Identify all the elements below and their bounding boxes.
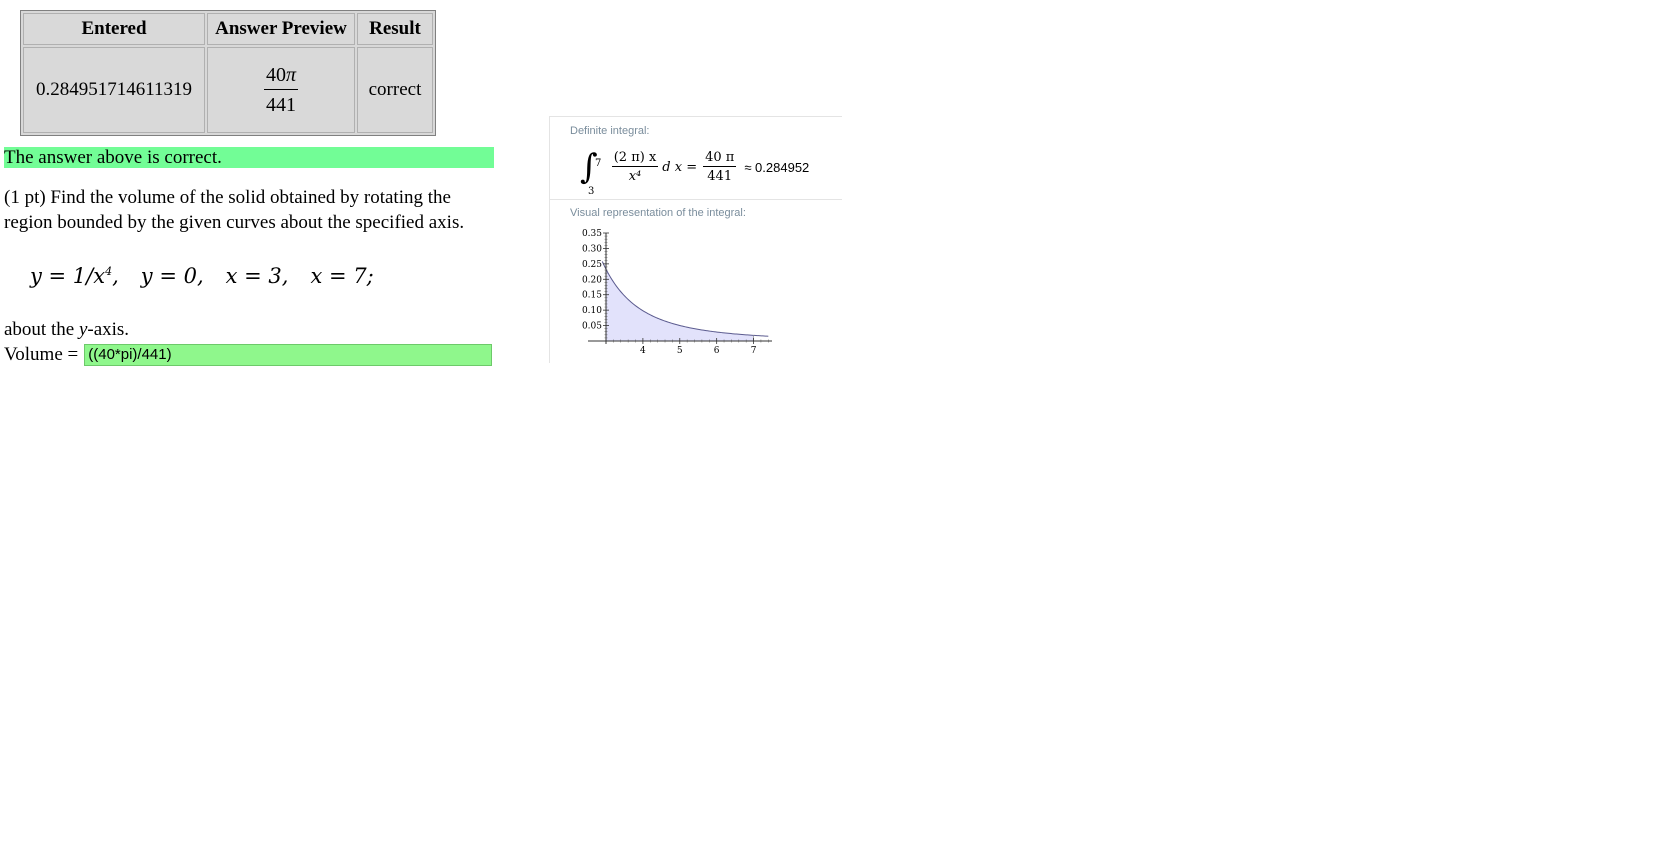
integrand-denominator: x⁴ xyxy=(628,169,642,184)
y-tick-label: 0.35 xyxy=(582,229,602,239)
equation-exponent: 4 xyxy=(105,265,113,278)
y-tick-label: 0.05 xyxy=(582,322,602,332)
y-tick-label: 0.30 xyxy=(582,244,602,254)
y-tick-label: 0.10 xyxy=(582,306,602,316)
problem-statement: (1 pt) Find the volume of the solid obta… xyxy=(4,187,465,233)
entered-value: 0.284951714611319 xyxy=(23,47,205,133)
equation-curve-1-text: y = 1/x xyxy=(30,264,106,288)
lower-limit: 3 xyxy=(588,186,595,197)
result-numerator: 40 π xyxy=(703,150,737,167)
integrand-numerator: (2 π) x xyxy=(611,150,659,167)
y-tick-label: 0.20 xyxy=(582,275,602,285)
y-tick-label: 0.25 xyxy=(582,260,602,270)
results-table: Entered Answer Preview Result 0.28495171… xyxy=(20,10,436,136)
visual-representation-title: Visual representation of the integral: xyxy=(570,207,746,219)
integral-area-chart: 4 5 6 7 0.05 0.10 0.15 0.20 0.25 0.30 0.35 xyxy=(582,229,772,356)
result-value: correct xyxy=(357,47,433,133)
equation-curve-3: x = 3, xyxy=(225,264,289,288)
x-tick-label: 7 xyxy=(751,346,757,356)
differential: d x = xyxy=(662,159,698,175)
preview-denominator: 441 xyxy=(266,93,296,116)
header-result: Result xyxy=(357,13,433,45)
result-fraction: 40 π 441 xyxy=(703,150,737,184)
about-suffix: -axis. xyxy=(87,319,130,340)
answer-preview: 40π 441 xyxy=(207,47,355,133)
volume-answer-input[interactable]: ((40*pi)/441) xyxy=(84,344,493,366)
panel-divider xyxy=(550,199,842,200)
table-row: 0.284951714611319 40π 441 correct xyxy=(23,47,433,133)
integrand-fraction: (2 π) x x⁴ xyxy=(611,150,659,184)
integral-formula: ∫ 7 3 (2 π) x x⁴ d x = 40 π 441 ≈ 0.284952 xyxy=(580,147,810,197)
equation-curve-1: y = 1/x4, xyxy=(30,264,119,288)
volume-label: Volume = xyxy=(4,344,79,365)
about-prefix: about the xyxy=(4,319,79,340)
equation-curve-4: x = 7; xyxy=(310,264,374,288)
x-tick-label: 4 xyxy=(640,346,646,356)
answer-preview-fraction: 40π 441 xyxy=(263,63,299,117)
header-entered: Entered xyxy=(23,13,205,45)
y-tick-label: 0.15 xyxy=(582,291,602,301)
correct-status-banner: The answer above is correct. xyxy=(4,147,494,168)
shaded-area xyxy=(606,269,754,341)
bounding-curves-equation: y = 1/x4, y = 0, x = 3, x = 7; xyxy=(30,264,396,288)
preview-numerator: 40 xyxy=(265,63,286,86)
result-denominator: 441 xyxy=(707,169,733,184)
upper-limit: 7 xyxy=(595,158,602,169)
axis-statement: about the y-axis. xyxy=(4,319,129,341)
x-tick-label: 5 xyxy=(677,346,683,356)
equation-curve-2: y = 0, xyxy=(140,264,204,288)
header-answer-preview: Answer Preview xyxy=(207,13,355,45)
preview-pi: π xyxy=(285,63,297,86)
definite-integral-title: Definite integral: xyxy=(570,125,650,137)
approximate-value: ≈ 0.284952 xyxy=(744,159,810,175)
x-tick-label: 6 xyxy=(714,346,720,356)
volume-row: Volume = ((40*pi)/441) xyxy=(4,343,493,367)
wolfram-result-panel: Definite integral: ∫ 7 3 (2 π) x x⁴ d x = … xyxy=(549,116,842,363)
integral-sign-icon: ∫ 7 3 xyxy=(580,150,602,197)
